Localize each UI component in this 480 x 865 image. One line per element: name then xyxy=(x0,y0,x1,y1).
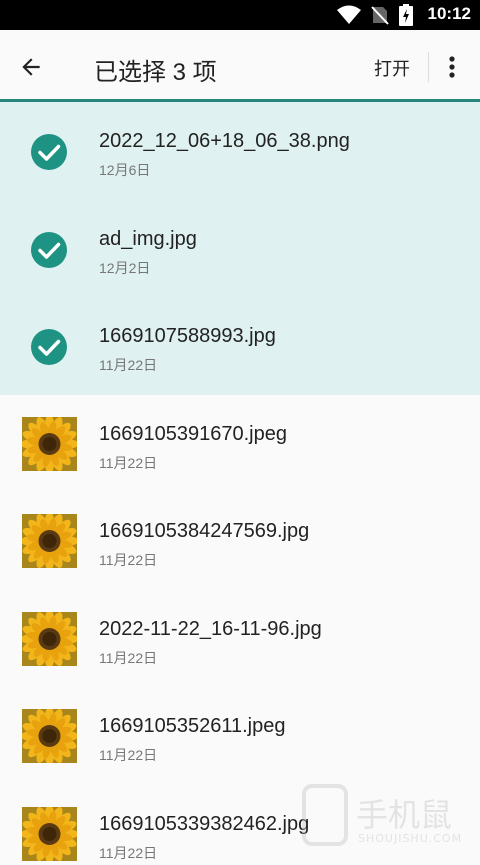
file-date: 11月22日 xyxy=(99,357,158,373)
file-list: 2022_12_06+18_06_38.png 12月6日 ad_img.jpg 1… xyxy=(0,102,480,865)
toolbar-divider xyxy=(428,52,429,82)
file-date: 11月22日 xyxy=(99,844,158,861)
status-time: 10:12 xyxy=(427,4,471,23)
file-list-item[interactable]: 2022-11-22_16-11-96.jpg 11月22日 xyxy=(0,590,480,688)
file-name: 1669105352611.jpeg xyxy=(99,715,286,737)
file-list-item[interactable]: 2022_12_06+18_06_38.png 12月6日 xyxy=(0,102,480,200)
watermark-text: 手机鼠 xyxy=(356,796,453,834)
file-list-item[interactable]: 1669105384247569.jpg 11月22日 xyxy=(0,492,480,590)
watermark-logo: 手机鼠 SHOUJISHU.COM xyxy=(298,780,468,860)
file-date: 12月2日 xyxy=(99,259,151,276)
battery-charging-icon xyxy=(399,4,413,30)
image-thumbnail xyxy=(22,514,77,568)
file-name: 1669105339382462.jpg xyxy=(99,812,310,835)
file-name: ad_img.jpg xyxy=(99,227,197,250)
more-options-button[interactable] xyxy=(438,50,466,84)
open-button[interactable]: 打开 xyxy=(374,55,410,81)
file-list-item[interactable]: 1669105352611.jpeg 11月22日 xyxy=(0,687,480,785)
image-thumbnail xyxy=(22,709,77,763)
file-list-item[interactable]: ad_img.jpg 12月2日 xyxy=(0,199,480,297)
file-date: 11月22日 xyxy=(99,454,158,471)
file-date: 11月22日 xyxy=(99,747,158,763)
file-name: 1669105384247569.jpg xyxy=(99,520,310,542)
image-thumbnail xyxy=(22,416,77,471)
check-circle-icon xyxy=(31,231,67,268)
file-name: 2022_12_06+18_06_38.png xyxy=(99,130,350,152)
file-date: 11月22日 xyxy=(99,552,158,568)
check-circle-icon xyxy=(31,329,67,365)
file-name: 2022-11-22_16-11-96.jpg xyxy=(99,617,322,640)
back-button[interactable] xyxy=(14,50,48,84)
selection-count-title: 已选择 3 项 xyxy=(94,59,217,86)
file-list-item[interactable]: 1669107588993.jpg 11月22日 xyxy=(0,297,480,395)
file-date: 12月6日 xyxy=(99,162,151,178)
no-sim-icon xyxy=(370,5,390,29)
file-date: 11月22日 xyxy=(99,649,158,666)
wifi-icon xyxy=(336,5,362,29)
action-bar: 已选择 3 项 打开 xyxy=(0,30,480,102)
file-name: 1669107588993.jpg xyxy=(99,325,276,347)
more-vert-icon xyxy=(449,56,455,78)
check-circle-icon xyxy=(31,134,67,170)
watermark-subtext: SHOUJISHU.COM xyxy=(358,832,463,845)
back-arrow-icon xyxy=(22,58,40,76)
image-thumbnail xyxy=(22,611,77,666)
file-list-item[interactable]: 1669105391670.jpeg 11月22日 xyxy=(0,395,480,493)
image-thumbnail xyxy=(22,806,77,861)
file-name: 1669105391670.jpeg xyxy=(99,422,287,445)
status-bar: 10:12 xyxy=(0,0,480,30)
